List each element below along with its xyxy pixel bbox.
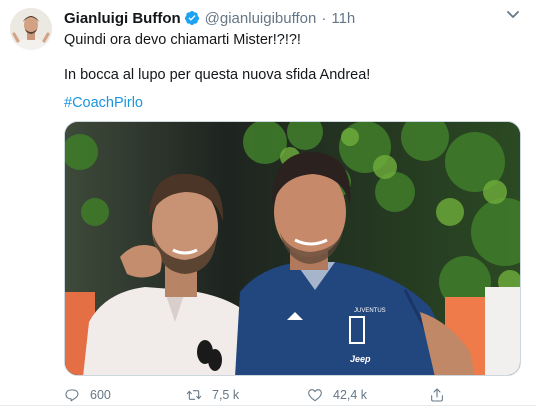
tweet-text-line-1: Quindi ora devo chiamarti Mister!?!?! xyxy=(64,32,301,48)
hashtag-link[interactable]: #CoachPirlo xyxy=(64,95,143,111)
author-name[interactable]: Gianluigi Buffon xyxy=(64,10,181,27)
reply-icon xyxy=(65,389,79,402)
like-count: 42,4 k xyxy=(333,388,368,402)
verified-badge-icon xyxy=(184,11,199,25)
reply-count: 600 xyxy=(90,388,111,402)
reply-button[interactable]: 600 xyxy=(64,386,111,404)
author-handle[interactable]: @gianluigibuffon xyxy=(205,10,317,27)
tweet-header: Gianluigi Buffon @gianluigibuffon · 11h xyxy=(64,8,355,28)
chevron-down-icon[interactable] xyxy=(506,10,520,20)
share-button[interactable] xyxy=(429,386,455,404)
like-button[interactable]: 42,4 k xyxy=(307,386,367,404)
avatar[interactable] xyxy=(10,8,52,50)
tweet-photo[interactable]: JUVENTUS Jeep xyxy=(64,121,521,376)
retweet-icon xyxy=(186,390,202,400)
tweet-actions: 600 7,5 k 42,4 k xyxy=(64,386,524,404)
retweet-button[interactable]: 7,5 k xyxy=(186,386,239,404)
jersey-logo-text: JUVENTUS xyxy=(354,308,386,314)
jersey-sponsor-text: Jeep xyxy=(350,354,371,364)
heart-icon xyxy=(308,389,322,402)
timestamp[interactable]: 11h xyxy=(331,10,355,27)
tweet-text-line-2: In bocca al lupo per questa nuova sfida … xyxy=(64,67,371,83)
retweet-count: 7,5 k xyxy=(212,388,240,402)
tweet[interactable]: Gianluigi Buffon @gianluigibuffon · 11h … xyxy=(0,0,536,406)
share-icon xyxy=(431,388,443,402)
separator-dot: · xyxy=(321,9,327,27)
